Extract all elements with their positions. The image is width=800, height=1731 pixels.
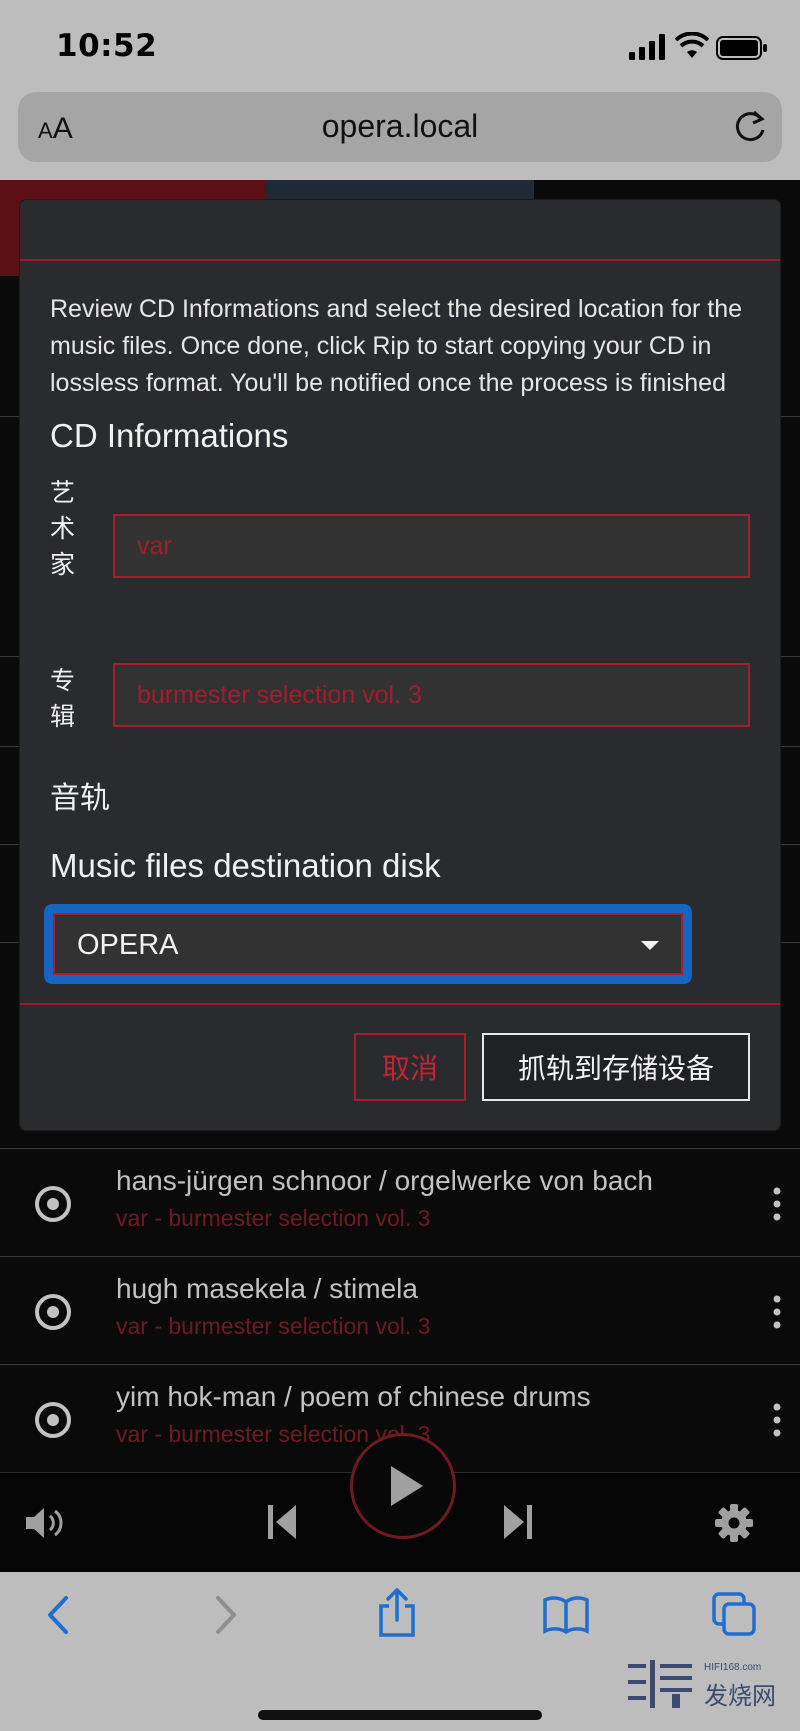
settings-gear-icon[interactable]: [714, 1503, 754, 1543]
rip-cd-modal: Review CD Informations and select the de…: [20, 200, 780, 1130]
watermark-logo: HIFI168.com 发烧网: [626, 1656, 786, 1712]
track-subtitle: var - burmester selection vol. 3: [116, 1205, 431, 1231]
destination-disk-select[interactable]: OPERA: [44, 904, 692, 984]
album-input[interactable]: [113, 663, 750, 727]
track-title: hugh masekela / stimela: [116, 1273, 418, 1304]
destination-title: Music files destination disk: [50, 847, 441, 884]
address-bar[interactable]: AA opera.local: [18, 92, 782, 162]
back-icon[interactable]: [44, 1594, 72, 1636]
track-list: hans-jürgen schnoor / orgelwerke von bac…: [0, 1148, 800, 1472]
artist-label: 艺术家: [50, 478, 76, 579]
play-button[interactable]: [350, 1433, 456, 1539]
disc-icon: [35, 1186, 71, 1222]
tracks-label: 音轨: [50, 782, 110, 815]
home-indicator: [258, 1710, 542, 1720]
album-label: 专辑: [50, 666, 76, 731]
modal-description: Review CD Informations and select the de…: [50, 295, 743, 397]
status-bar: 10:52: [0, 0, 800, 84]
player-bar: [0, 1433, 800, 1572]
rip-button[interactable]: 抓轨到存储设备: [482, 1033, 750, 1101]
cd-info-title: CD Informations: [50, 417, 289, 454]
track-title: yim hok-man / poem of chinese drums: [116, 1381, 591, 1412]
disc-icon: [35, 1294, 71, 1330]
more-options-icon[interactable]: [768, 1293, 786, 1331]
chevron-down-icon: [641, 941, 659, 950]
battery-icon: [716, 36, 767, 60]
wifi-icon: [675, 32, 709, 58]
watermark-emblem-icon: [628, 1660, 692, 1708]
share-icon[interactable]: [376, 1588, 418, 1638]
artist-input[interactable]: [113, 514, 750, 578]
watermark-text: 发烧网: [704, 1682, 776, 1710]
select-value: OPERA: [77, 929, 179, 961]
more-options-icon[interactable]: [768, 1401, 786, 1439]
track-title: hans-jürgen schnoor / orgelwerke von bac…: [116, 1165, 653, 1196]
next-track-icon[interactable]: [502, 1501, 534, 1543]
select-box[interactable]: OPERA: [53, 913, 683, 975]
modal-body: Review CD Informations and select the de…: [20, 261, 780, 1003]
disc-icon: [35, 1402, 71, 1438]
safari-bottom-toolbar: HIFI168.com 发烧网: [0, 1572, 800, 1731]
more-options-icon[interactable]: [768, 1185, 786, 1223]
track-row[interactable]: hugh masekela / stimela var - burmester …: [0, 1256, 800, 1364]
bookmarks-icon[interactable]: [542, 1594, 590, 1634]
reload-icon[interactable]: [730, 106, 770, 146]
forward-icon[interactable]: [212, 1594, 240, 1636]
modal-header: [20, 200, 780, 261]
track-row[interactable]: hans-jürgen schnoor / orgelwerke von bac…: [0, 1148, 800, 1256]
play-icon: [391, 1466, 423, 1506]
cancel-button[interactable]: 取消: [354, 1033, 466, 1101]
url-text[interactable]: opera.local: [18, 108, 782, 145]
safari-top-bar: AA opera.local: [0, 84, 800, 180]
modal-footer: 取消 抓轨到存储设备: [20, 1003, 780, 1130]
status-time: 10:52: [56, 28, 158, 64]
track-subtitle: var - burmester selection vol. 3: [116, 1313, 431, 1339]
volume-icon[interactable]: [24, 1503, 66, 1543]
tabs-icon[interactable]: [710, 1590, 758, 1638]
previous-track-icon[interactable]: [266, 1501, 298, 1543]
watermark-site: HIFI168.com: [704, 1662, 762, 1673]
cellular-signal-icon: [629, 34, 665, 60]
